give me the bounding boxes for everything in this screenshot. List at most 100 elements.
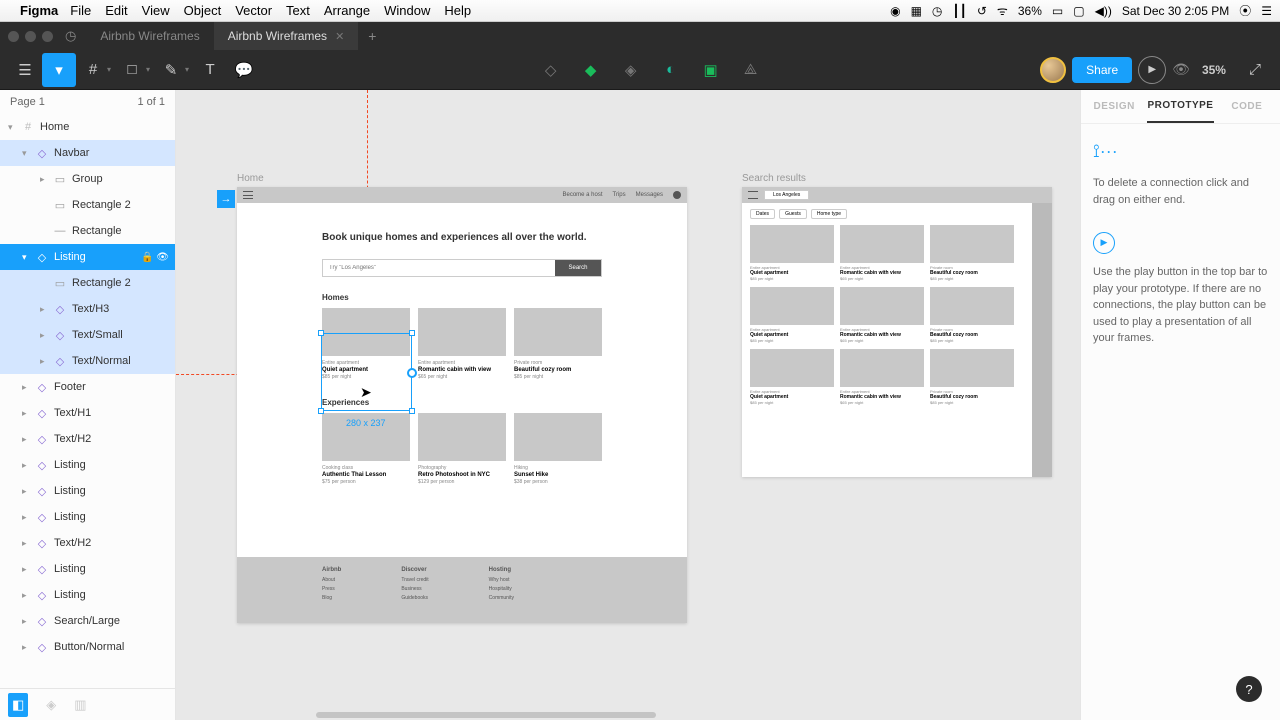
union-tool[interactable]: ◈ [614, 53, 648, 87]
layer-item[interactable]: ▸◇Listing [0, 452, 175, 478]
screen-icon[interactable]: ▦ [911, 4, 922, 18]
text-tool[interactable]: T [193, 53, 227, 87]
artboard-search[interactable]: Los Angeles DatesGuestsHome type Entire … [742, 187, 1052, 477]
connection-icon: ⟟⋯ [1093, 138, 1268, 165]
spotlight-icon[interactable]: ⦿ [1239, 2, 1251, 19]
hamburger-menu[interactable]: ☰ [8, 53, 42, 87]
layer-item[interactable]: ▸◇Listing [0, 556, 175, 582]
shape-tool[interactable]: □ [115, 53, 149, 87]
app-name[interactable]: Figma [20, 3, 58, 18]
layer-item[interactable]: ▸◇Text/H2 [0, 530, 175, 556]
history-icon[interactable]: ↺ [977, 4, 987, 18]
avatar[interactable] [1040, 57, 1066, 83]
move-tool[interactable]: ▾ [42, 53, 76, 87]
layer-item[interactable]: ▸◇Footer [0, 374, 175, 400]
layer-item[interactable]: ▸◇Listing [0, 478, 175, 504]
tab-inactive[interactable]: Airbnb Wireframes [86, 22, 213, 50]
datetime[interactable]: Sat Dec 30 2:05 PM [1122, 4, 1229, 18]
crop-tool[interactable]: ⟁ [734, 53, 768, 87]
menu-help[interactable]: Help [444, 3, 471, 18]
frame-label-search[interactable]: Search results [742, 173, 806, 184]
layer-item[interactable]: ▸◇Text/H2 [0, 426, 175, 452]
selection-handle-se[interactable] [409, 408, 415, 414]
share-button[interactable]: Share [1072, 57, 1132, 83]
selection-handle-sw[interactable] [318, 408, 324, 414]
volume-icon[interactable]: ◀)) [1095, 4, 1112, 18]
menu-arrange[interactable]: Arrange [324, 3, 370, 18]
layer-item[interactable]: ▸◇Text/H3 [0, 296, 175, 322]
frame-label-home[interactable]: Home [237, 173, 264, 184]
layer-item[interactable]: ▸◇Text/H1 [0, 400, 175, 426]
selection-handle-ne[interactable] [409, 330, 415, 336]
align-tool[interactable]: ▣ [694, 53, 728, 87]
selection-handle-nw[interactable] [318, 330, 324, 336]
hero-heading: Book unique homes and experiences all ov… [322, 231, 602, 245]
canvas-scrollbar[interactable] [316, 712, 656, 718]
canvas[interactable]: Home → Become a host Trips Messages Book… [176, 90, 1080, 720]
layer-item[interactable]: ▸◇Text/Normal [0, 348, 175, 374]
help-button[interactable]: ? [1236, 676, 1262, 702]
layer-item[interactable]: ▸◇Search/Large [0, 608, 175, 634]
search-bar: Search [322, 259, 602, 277]
record-icon[interactable]: ◉ [890, 4, 900, 18]
layer-item[interactable]: ▾◇Listing🔒 👁 [0, 244, 175, 270]
layer-tree[interactable]: ▾#Home▾◇Navbar▸▭Group▭Rectangle 2—Rectan… [0, 114, 175, 688]
layer-item[interactable]: ▸◇Listing [0, 504, 175, 530]
mask-tool[interactable]: ◆ [574, 53, 608, 87]
layer-item[interactable]: ▾#Home [0, 114, 175, 140]
recent-icon[interactable]: ◷ [65, 28, 76, 44]
new-tab-button[interactable]: + [358, 28, 386, 44]
assets-tab-icon[interactable]: ▥ [74, 697, 86, 713]
menu-text[interactable]: Text [286, 3, 310, 18]
play-icon: ▶ [1093, 232, 1115, 254]
layer-item[interactable]: ▸◇Button/Normal [0, 634, 175, 660]
menu-window[interactable]: Window [384, 3, 430, 18]
window-controls[interactable] [8, 31, 53, 42]
battery-icon: ▭ [1052, 4, 1063, 18]
toolbar: ☰ ▾ #▾ □▾ ✎▾ T 💬 ◇ ◆ ◈ ◐ ▣ ⟁ Share ▶ 👁 3… [0, 50, 1280, 90]
pen-tool[interactable]: ✎ [154, 53, 188, 87]
menu-icon[interactable]: ☰ [1261, 4, 1272, 18]
layer-item[interactable]: ▾◇Navbar [0, 140, 175, 166]
bars-icon[interactable]: ┃┃ [952, 4, 966, 18]
artboard-home[interactable]: Become a host Trips Messages Book unique… [237, 187, 687, 623]
wireframe-footer: AirbnbAboutPressBlogDiscoverTravel credi… [237, 557, 687, 623]
menu-file[interactable]: File [70, 3, 91, 18]
menu-object[interactable]: Object [184, 3, 222, 18]
menu-vector[interactable]: Vector [235, 3, 272, 18]
clock-icon[interactable]: ◷ [932, 4, 942, 18]
prototype-node[interactable] [407, 368, 417, 378]
document-tabbar: ◷ Airbnb Wireframes Airbnb Wireframes✕ + [0, 22, 1280, 50]
page-header[interactable]: Page 1 1 of 1 [0, 90, 175, 114]
layers-tab-icon[interactable]: ◧ [8, 693, 28, 717]
component-tool[interactable]: ◇ [534, 53, 568, 87]
boolean-tool[interactable]: ◐ [654, 53, 688, 87]
frame-tool[interactable]: # [76, 53, 110, 87]
components-tab-icon[interactable]: ◈ [46, 697, 56, 713]
layer-item[interactable]: —Rectangle [0, 218, 175, 244]
macos-menubar: Figma File Edit View Object Vector Text … [0, 0, 1280, 22]
tab-code[interactable]: CODE [1214, 90, 1280, 123]
comment-tool[interactable]: 💬 [227, 53, 261, 87]
selection-box[interactable] [321, 333, 412, 411]
layer-item[interactable]: ▸▭Group [0, 166, 175, 192]
layer-item[interactable]: ▸◇Listing [0, 582, 175, 608]
layer-item[interactable]: ▸◇Text/Small [0, 322, 175, 348]
tab-design[interactable]: DESIGN [1081, 90, 1147, 123]
menu-view[interactable]: View [142, 3, 170, 18]
layer-item[interactable]: ▭Rectangle 2 [0, 270, 175, 296]
wifi-icon[interactable]: ᯤ [997, 2, 1008, 19]
layer-item[interactable]: ▭Rectangle 2 [0, 192, 175, 218]
close-icon[interactable]: ✕ [335, 30, 344, 43]
tab-prototype[interactable]: PROTOTYPE [1147, 90, 1213, 123]
zoom-fit-icon[interactable]: ⤢ [1238, 53, 1272, 87]
listing-card: Entire apartmentRomantic cabin with view… [418, 308, 506, 380]
present-button[interactable]: ▶ [1138, 56, 1166, 84]
zoom-level[interactable]: 35% [1202, 63, 1226, 77]
view-options-icon[interactable]: 👁 [1172, 61, 1190, 78]
display-icon[interactable]: ▢ [1073, 4, 1084, 18]
tab-active[interactable]: Airbnb Wireframes✕ [214, 22, 359, 50]
prototype-start-icon[interactable]: → [217, 190, 235, 208]
avatar-placeholder [673, 191, 681, 199]
menu-edit[interactable]: Edit [105, 3, 127, 18]
